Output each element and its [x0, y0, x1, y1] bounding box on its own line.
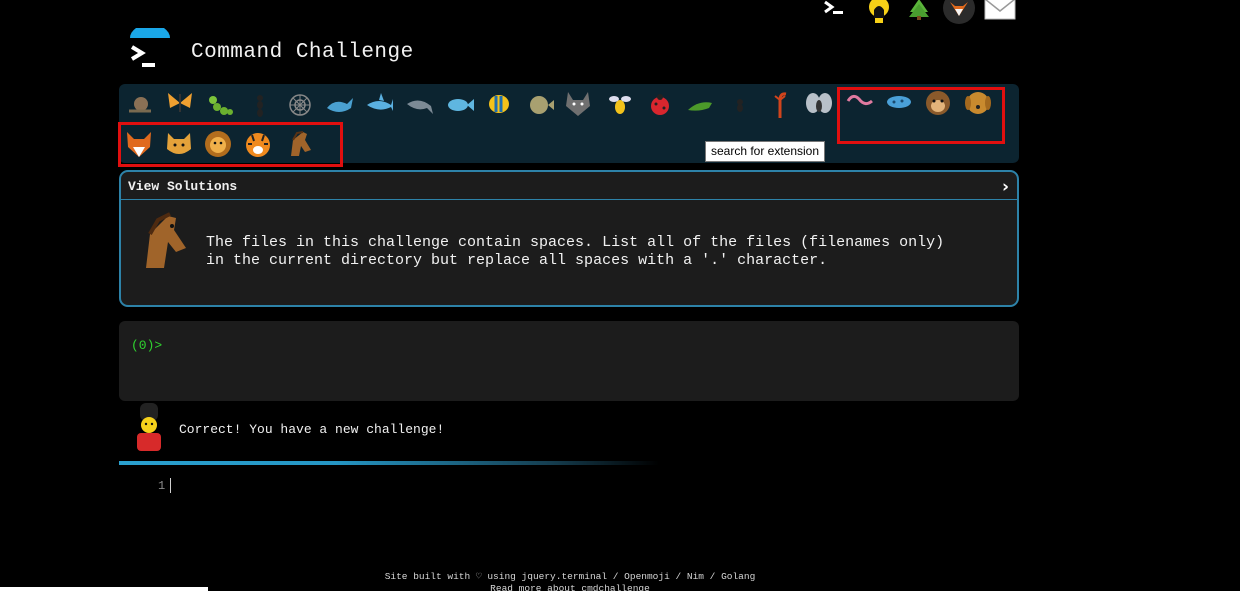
footer: Site built with ♡ using jquery.terminal … — [370, 571, 770, 583]
terminal[interactable]: (0)> — [119, 321, 1019, 401]
shark-icon[interactable] — [365, 89, 395, 119]
divider — [119, 461, 659, 465]
horse-icon — [146, 212, 186, 268]
mail-icon[interactable] — [984, 0, 1016, 20]
caterpillar-icon[interactable] — [205, 90, 235, 120]
scorpion-icon[interactable] — [765, 90, 795, 120]
dolphin-icon[interactable] — [405, 90, 435, 120]
whale-icon[interactable] — [325, 90, 355, 120]
wolf-icon[interactable] — [563, 88, 593, 118]
page-title: Command Challenge — [191, 41, 414, 64]
spider-web-icon[interactable] — [285, 90, 315, 120]
text-cursor[interactable] — [170, 478, 171, 493]
cricket-icon[interactable] — [685, 90, 715, 120]
fly-icon[interactable] — [804, 89, 834, 119]
terminal-prompt: (0)> — [131, 338, 163, 353]
solutions-panel: View Solutions › The files in this chall… — [119, 170, 1019, 307]
view-solutions-label: View Solutions — [128, 179, 238, 194]
read-more-link[interactable]: Read more about cmdchallenge — [370, 583, 770, 591]
footer-links[interactable]: using jquery.terminal / Openmoji / Nim /… — [487, 571, 755, 582]
view-solutions-toggle[interactable]: View Solutions › — [121, 172, 1017, 200]
bee-icon[interactable] — [605, 90, 635, 120]
chevron-right-icon[interactable]: › — [1002, 177, 1009, 197]
snail-icon[interactable] — [125, 89, 155, 119]
fox-avatar-icon[interactable] — [942, 0, 976, 24]
feedback-message: Correct! You have a new challenge! — [179, 422, 445, 437]
butterfly-icon[interactable] — [165, 88, 195, 118]
footer-text-a: Site built with — [384, 571, 471, 582]
guard-icon — [137, 403, 161, 451]
highlight-box-row2 — [118, 122, 343, 167]
tooltip: search for extension — [705, 141, 825, 162]
heart-icon: ♡ — [475, 571, 482, 582]
line-number: 1 — [158, 479, 166, 493]
challenge-description: The files in this challenge contain spac… — [206, 234, 945, 269]
spider-icon[interactable] — [725, 90, 755, 120]
tree-icon[interactable] — [908, 0, 930, 20]
ladybug-icon[interactable] — [645, 90, 675, 120]
highlight-box-row1 — [837, 87, 1005, 144]
fish-icon[interactable] — [445, 90, 475, 120]
terminal-icon[interactable] — [822, 0, 846, 20]
tropical-fish-icon[interactable] — [485, 89, 515, 119]
ant-icon[interactable] — [245, 90, 275, 120]
bottom-bar — [0, 587, 208, 591]
idea-hand-icon[interactable] — [866, 0, 892, 24]
logo-icon — [130, 28, 170, 67]
blowfish-icon[interactable] — [525, 90, 555, 120]
top-toolbar — [818, 0, 1018, 24]
